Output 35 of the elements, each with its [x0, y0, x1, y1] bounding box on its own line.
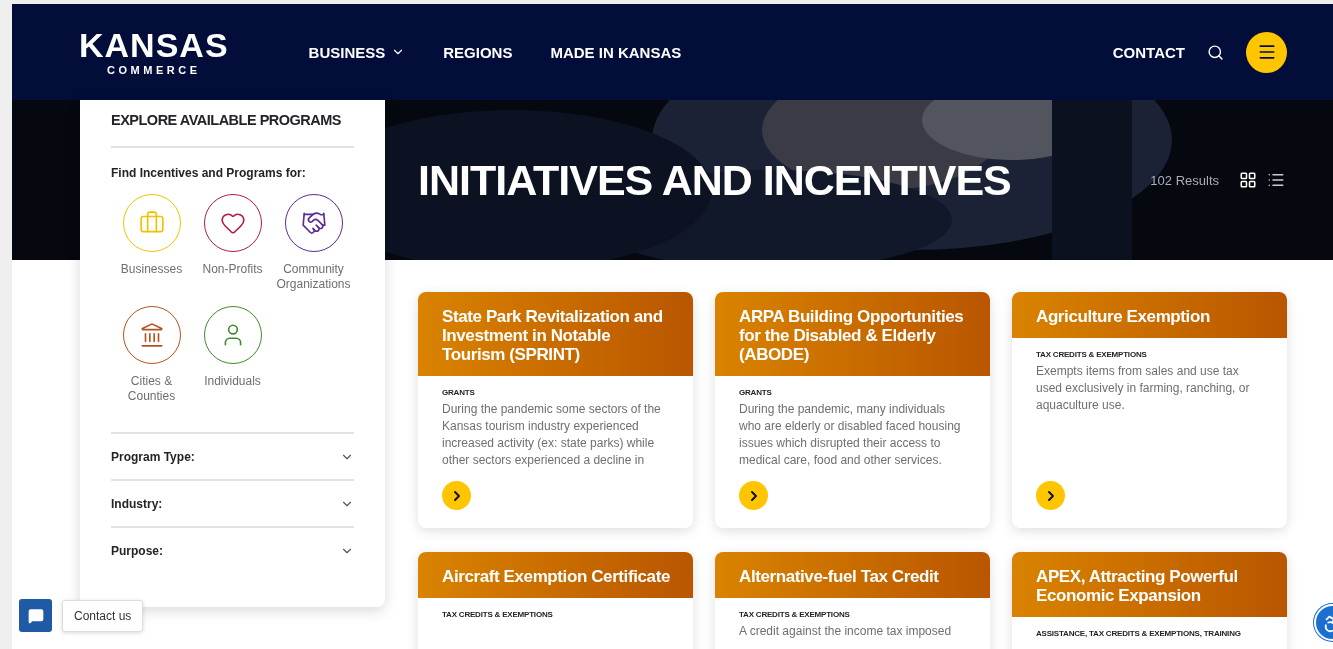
card-category: TAX CREDITS & EXEMPTIONS — [442, 610, 554, 619]
panel-title: EXPLORE AVAILABLE PROGRAMS — [111, 112, 354, 148]
nav-link[interactable]: MADE IN KANSAS — [550, 43, 682, 61]
arrow-button[interactable] — [739, 481, 768, 510]
card-description: Exempts items from sales and use tax used exclusively in farming, ranching, or aquaculture use. — [1036, 363, 1251, 414]
card-description: A credit against the income tax imposed — [739, 623, 953, 640]
card-description: During the pandemic, many individuals who are elderly or disabled faced housing issues which disrupted their access to medical care, food and other services. — [739, 401, 962, 469]
card-category: GRANTS — [739, 388, 773, 397]
contact-link[interactable]: CONTACT — [1112, 43, 1185, 61]
page-title: INITIATIVES AND INCENTIVES — [418, 155, 1012, 205]
arrow-button[interactable] — [1036, 481, 1065, 510]
results-count: 102 Results — [1150, 172, 1219, 188]
audience-label[interactable]: Businesses — [120, 262, 183, 277]
audience-label[interactable]: Individuals — [204, 374, 261, 389]
card-category: TAX CREDITS & EXEMPTIONS — [1036, 350, 1148, 359]
audience-label[interactable]: Community Organizations — [273, 262, 354, 292]
filter-dropdown[interactable]: Purpose: — [111, 526, 354, 573]
logo[interactable]: KANSAS COMMERCE — [79, 28, 229, 76]
card-category: GRANTS — [442, 388, 476, 397]
card-category: ASSISTANCE, TAX CREDITS & EXEMPTIONS, TRAINING — [1036, 629, 1242, 638]
filter-dropdown[interactable]: Industry: — [111, 479, 354, 526]
nav-link[interactable]: REGIONS — [443, 43, 513, 61]
filter-dropdown[interactable]: Program Type: — [111, 432, 354, 479]
nav-link[interactable]: BUSINESS — [308, 43, 406, 61]
chat-button[interactable] — [19, 599, 52, 632]
card-category: TAX CREDITS & EXEMPTIONS — [739, 610, 851, 619]
chat-icon[interactable] — [27, 607, 44, 624]
contact-us-label[interactable]: Contact us — [62, 599, 144, 632]
panel-subtitle: Find Incentives and Programs for: — [111, 166, 307, 180]
card-description: During the pandemic some sectors of the Kansas tourism industry experienced increased activity (ex: state parks) while other sectors experienced a decline in — [442, 401, 662, 469]
arrow-button[interactable] — [442, 481, 471, 510]
audience-label[interactable]: Cities & Counties — [111, 374, 192, 404]
audience-label[interactable]: Non-Profits — [202, 262, 263, 277]
menu-button[interactable] — [1246, 31, 1287, 73]
search-icon[interactable] — [1207, 43, 1224, 61]
